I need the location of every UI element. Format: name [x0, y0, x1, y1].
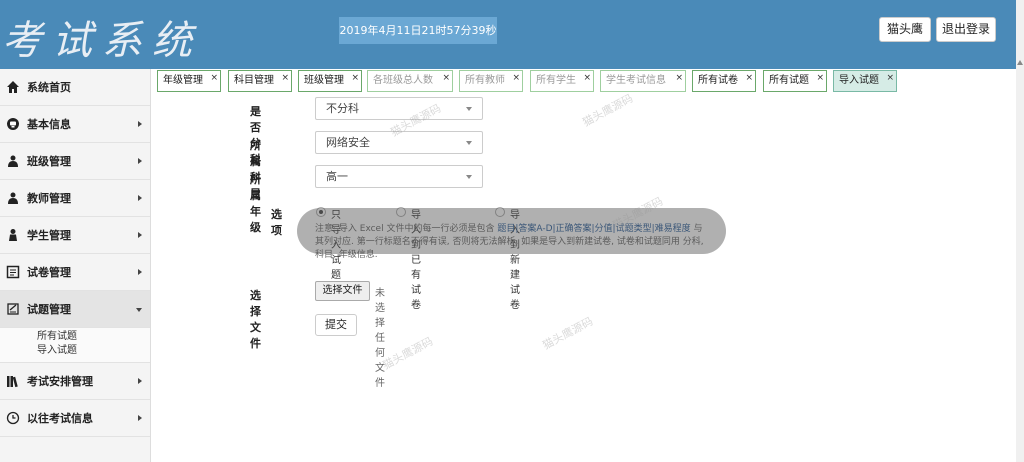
- watermark: 猫头鹰源码: [380, 334, 436, 373]
- chevron-right-icon: [138, 195, 142, 201]
- close-icon[interactable]: ×: [442, 68, 450, 88]
- student-icon: [6, 228, 20, 242]
- question-icon: [6, 302, 20, 316]
- grade-select-value: 高一: [326, 170, 348, 183]
- subject-select[interactable]: 网络安全: [315, 131, 483, 154]
- tab-label: 所有试卷: [698, 75, 738, 86]
- tab-label: 学生考试信息: [606, 75, 666, 86]
- sidebar-item-home[interactable]: 系统首页: [0, 69, 150, 106]
- sidebar-item-label: 教师管理: [27, 192, 71, 205]
- chevron-right-icon: [138, 158, 142, 164]
- watermark: 猫头鹰源码: [580, 91, 636, 130]
- chevron-right-icon: [138, 378, 142, 384]
- tab-all-teachers[interactable]: 所有教师 ×: [459, 70, 523, 92]
- watermark: 猫头鹰源码: [540, 314, 596, 353]
- chevron-right-icon: [138, 232, 142, 238]
- close-icon[interactable]: ×: [281, 68, 289, 88]
- current-time: 2019年4月11日21时57分39秒: [339, 17, 497, 44]
- sidebar-item-question-management[interactable]: 试题管理: [0, 291, 150, 328]
- close-icon[interactable]: ×: [675, 68, 683, 88]
- sidebar-item-label: 试卷管理: [27, 266, 71, 279]
- tab-all-questions[interactable]: 所有试题 ×: [763, 70, 827, 92]
- chevron-right-icon: [138, 415, 142, 421]
- grade-label: 所属年级: [250, 173, 261, 234]
- chevron-right-icon: [138, 121, 142, 127]
- chevron-down-icon: [466, 175, 472, 179]
- chevron-down-icon: [466, 141, 472, 145]
- sidebar-item-label: 系统首页: [27, 81, 71, 94]
- sidebar-nav: 系统首页 基本信息 班级管理 教师管理 学生管理 试卷管理 试题管理 所有试题 …: [0, 69, 151, 462]
- tab-label: 科目管理: [234, 75, 274, 86]
- tab-subject-management[interactable]: 科目管理 ×: [228, 70, 292, 92]
- sidebar-item-label: 学生管理: [27, 229, 71, 242]
- close-icon[interactable]: ×: [512, 68, 520, 88]
- home-icon: [6, 80, 20, 94]
- tab-import-questions[interactable]: 导入试题 ×: [833, 70, 897, 92]
- close-icon[interactable]: ×: [886, 68, 894, 88]
- teacher-icon: [6, 191, 20, 205]
- close-icon[interactable]: ×: [816, 68, 824, 88]
- sidebar-item-label: 考试安排管理: [27, 375, 93, 388]
- user-button[interactable]: 猫头鹰: [879, 17, 931, 42]
- tab-label: 年级管理: [163, 75, 203, 86]
- sidebar-item-class-management[interactable]: 班级管理: [0, 143, 150, 180]
- sidebar-item-exam-schedule[interactable]: 考试安排管理: [0, 363, 150, 400]
- tab-all-papers[interactable]: 所有试卷 ×: [692, 70, 756, 92]
- books-icon: [6, 374, 20, 388]
- chevron-down-icon: [136, 308, 142, 312]
- page-scrollbar[interactable]: [1016, 0, 1024, 462]
- sidebar-item-label: 基本信息: [27, 118, 71, 131]
- tab-label: 所有教师: [465, 75, 505, 86]
- clock-icon: [6, 411, 20, 425]
- close-icon[interactable]: ×: [351, 68, 359, 88]
- tab-class-management[interactable]: 班级管理 ×: [298, 70, 362, 92]
- paper-icon: [6, 265, 20, 279]
- grade-select[interactable]: 高一: [315, 165, 483, 188]
- sidebar-item-label: 以往考试信息: [27, 412, 93, 425]
- tab-all-students[interactable]: 所有学生 ×: [530, 70, 594, 92]
- sidebar-item-past-exams[interactable]: 以往考试信息: [0, 400, 150, 437]
- sidebar-item-teacher-management[interactable]: 教师管理: [0, 180, 150, 217]
- chevron-right-icon: [138, 269, 142, 275]
- question-submenu: 所有试题 导入试题: [0, 328, 150, 363]
- tab-label: 导入试题: [839, 75, 879, 86]
- logout-button[interactable]: 退出登录: [936, 17, 996, 42]
- scroll-up-arrow-icon[interactable]: [1017, 60, 1023, 65]
- sidebar-item-student-management[interactable]: 学生管理: [0, 217, 150, 254]
- submenu-item-import-questions[interactable]: 导入试题: [37, 344, 150, 358]
- submenu-item-all-questions[interactable]: 所有试题: [37, 330, 150, 344]
- close-icon[interactable]: ×: [210, 68, 218, 88]
- tab-label: 各班级总人数: [373, 75, 433, 86]
- options-label: 选项: [271, 208, 282, 237]
- split-select[interactable]: 不分科: [315, 97, 483, 120]
- close-icon[interactable]: ×: [583, 68, 591, 88]
- sidebar-item-basic-info[interactable]: 基本信息: [0, 106, 150, 143]
- file-status: 未选择任何文件: [375, 288, 385, 389]
- submit-button[interactable]: 提交: [315, 314, 357, 336]
- subject-select-value: 网络安全: [326, 136, 370, 149]
- tab-label: 班级管理: [304, 75, 344, 86]
- app-logo: 考试系统: [2, 18, 202, 64]
- split-select-value: 不分科: [326, 102, 359, 115]
- tab-grade-management[interactable]: 年级管理 ×: [157, 70, 221, 92]
- choose-file-button[interactable]: 选择文件: [315, 281, 370, 301]
- class-icon: [6, 154, 20, 168]
- sidebar-item-label: 班级管理: [27, 155, 71, 168]
- info-icon: [6, 117, 20, 131]
- sidebar-item-paper-management[interactable]: 试卷管理: [0, 254, 150, 291]
- app-header: 考试系统 2019年4月11日21时57分39秒 猫头鹰 退出登录: [0, 0, 1016, 69]
- tab-student-exam-info[interactable]: 学生考试信息 ×: [600, 70, 686, 92]
- chevron-down-icon: [466, 107, 472, 111]
- close-icon[interactable]: ×: [745, 68, 753, 88]
- tab-label: 所有学生: [536, 75, 576, 86]
- tab-label: 所有试题: [769, 75, 809, 86]
- file-label: 选择文件: [250, 289, 261, 350]
- tab-class-total-count[interactable]: 各班级总人数 ×: [367, 70, 453, 92]
- sidebar-item-label: 试题管理: [27, 303, 71, 316]
- toast-overlay: [297, 208, 726, 254]
